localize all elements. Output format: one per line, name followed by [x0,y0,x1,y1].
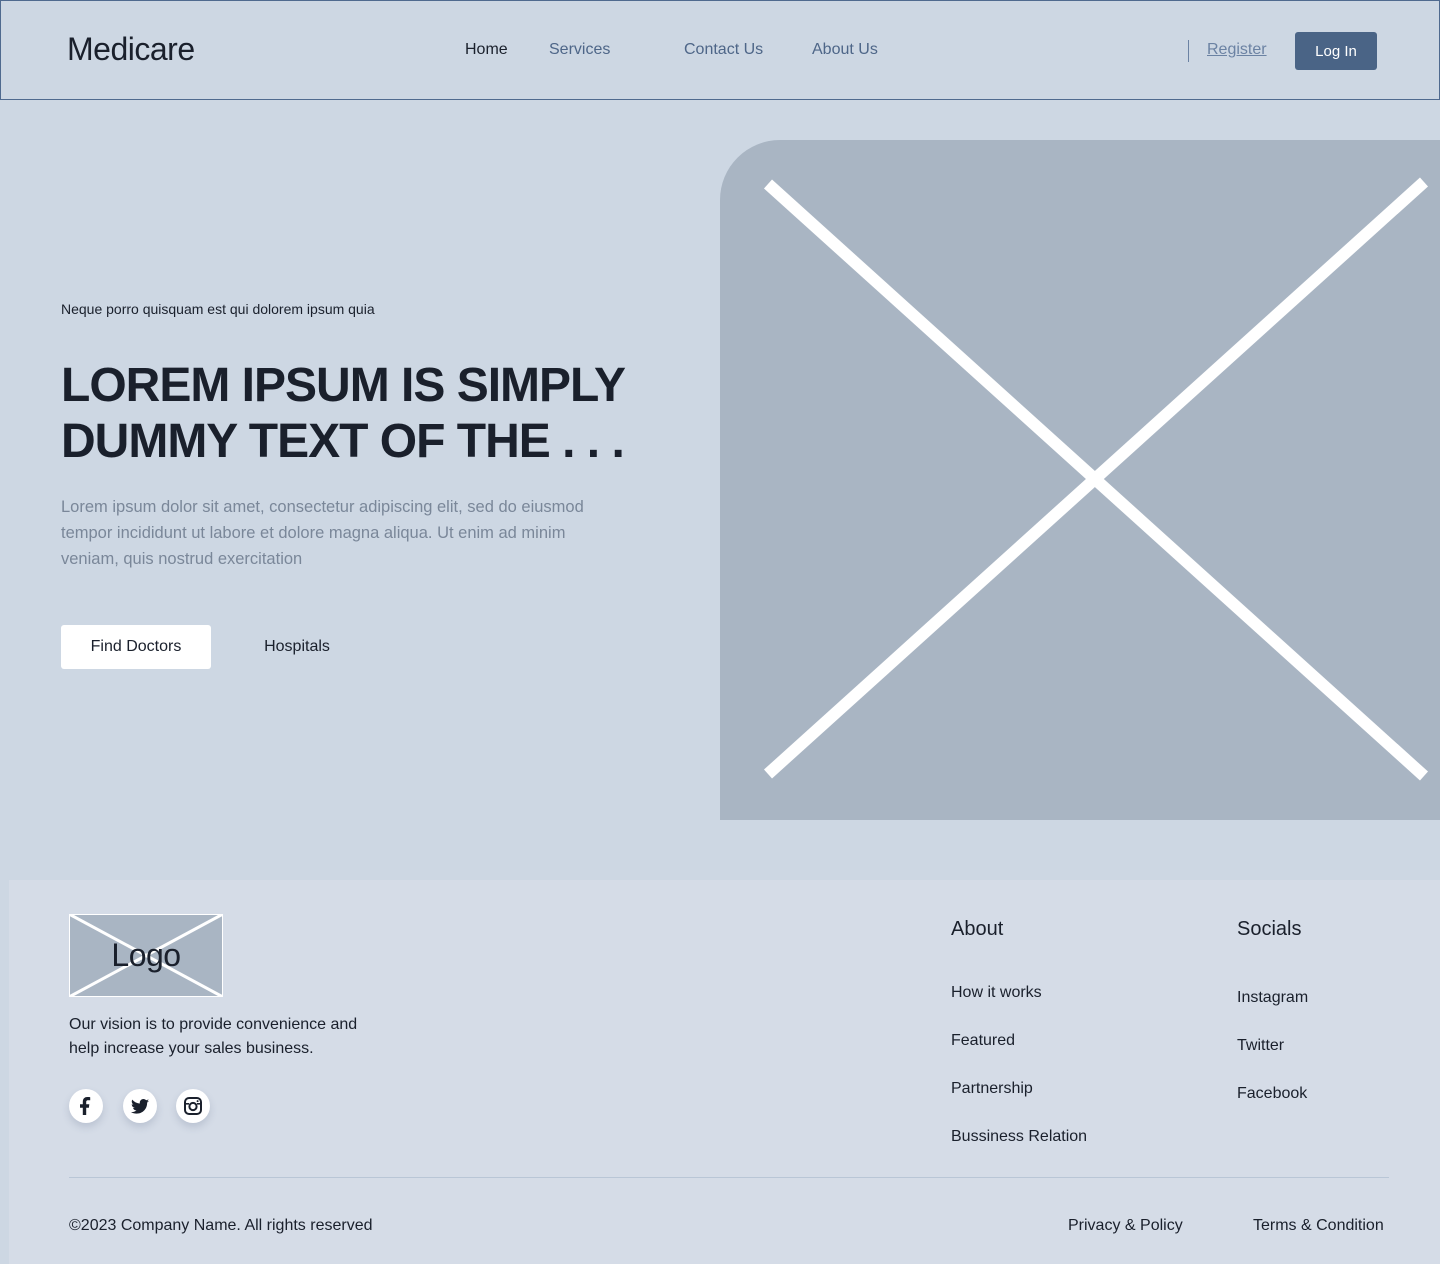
footer-link-partnership[interactable]: Partnership [951,1080,1033,1098]
footer-link-featured[interactable]: Featured [951,1032,1015,1050]
image-placeholder-icon [763,177,1429,781]
privacy-policy-link[interactable]: Privacy & Policy [1068,1217,1183,1235]
footer-divider [69,1177,1389,1178]
login-button[interactable]: Log In [1295,32,1377,70]
footer-socials-title: Socials [1237,918,1302,940]
twitter-icon[interactable] [123,1089,157,1123]
hero-image-placeholder [720,140,1440,820]
register-link[interactable]: Register [1207,41,1267,59]
find-doctors-button[interactable]: Find Doctors [61,625,211,669]
footer-link-facebook[interactable]: Facebook [1237,1085,1307,1103]
hero-description: Lorem ipsum dolor sit amet, consectetur … [61,498,584,568]
site-footer: Logo Our vision is to provide convenienc… [9,880,1440,1264]
footer-about-title: About [951,918,1004,940]
logo-text: Logo [111,937,181,973]
facebook-icon[interactable] [69,1089,103,1123]
instagram-icon[interactable] [176,1089,210,1123]
nav-home[interactable]: Home [465,41,508,59]
nav-about-us[interactable]: About Us [812,41,878,59]
footer-link-instagram[interactable]: Instagram [1237,989,1308,1007]
nav-services[interactable]: Services [549,41,610,59]
hero-title: LOREM IPSUM IS SIMPLY DUMMY TEXT OF THE … [61,359,625,468]
copyright-text: ©2023 Company Name. All rights reserved [69,1217,373,1234]
hospitals-button[interactable]: Hospitals [240,625,354,669]
nav-contact-us[interactable]: Contact Us [684,41,763,59]
footer-link-business-relation[interactable]: Bussiness Relation [951,1128,1087,1146]
hero-eyebrow: Neque porro quisquam est qui dolorem ips… [61,301,375,317]
footer-link-twitter[interactable]: Twitter [1237,1037,1284,1055]
brand-logo[interactable]: Medicare [67,31,195,68]
footer-logo[interactable]: Logo [69,914,223,997]
footer-vision: Our vision is to provide convenience and… [69,1016,358,1057]
footer-link-how-it-works[interactable]: How it works [951,984,1042,1002]
nav-divider [1188,40,1189,62]
terms-condition-link[interactable]: Terms & Condition [1253,1217,1384,1235]
site-header: Medicare Home Services Contact Us About … [0,0,1440,100]
